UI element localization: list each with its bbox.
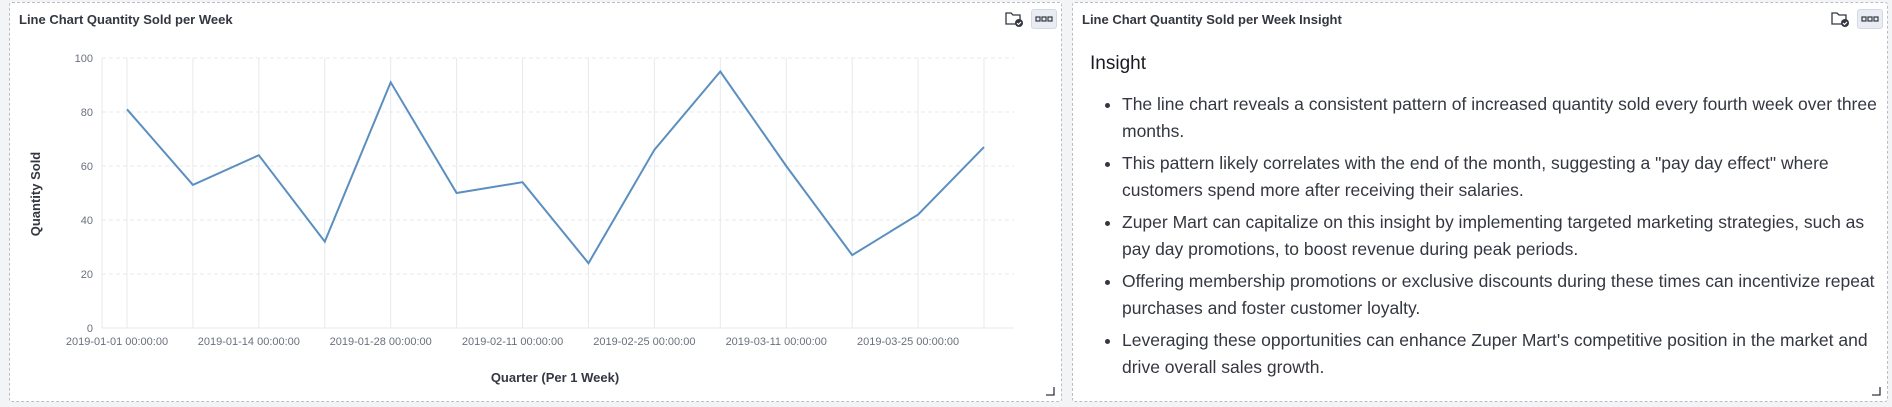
ellipsis-icon[interactable] <box>1857 9 1883 29</box>
resize-corner-icon[interactable] <box>1043 383 1055 396</box>
series-line <box>126 69 985 265</box>
insight-bullet: The line chart reveals a consistent patt… <box>1122 91 1882 145</box>
insight-bullet: Zuper Mart can capitalize on this insigh… <box>1122 209 1882 263</box>
insight-heading: Insight <box>1090 53 1146 74</box>
y-axis-title: Quantity Sold <box>28 152 43 237</box>
insight-panel: Line Chart Quantity Sold per Week Insigh… <box>1072 2 1888 402</box>
y-tick-label: 80 <box>81 107 93 119</box>
insight-list: The line chart reveals a consistent patt… <box>1090 91 1882 386</box>
insight-bullet: Leveraging these opportunities can enhan… <box>1122 327 1882 381</box>
x-tick-label: 2019-01-14 00:00:00 <box>198 336 300 348</box>
y-tick-label: 20 <box>81 269 93 281</box>
x-axis-title: Quarter (Per 1 Week) <box>491 370 619 385</box>
x-tick-label: 2019-01-01 00:00:00 <box>66 336 168 348</box>
panel-title: Line Chart Quantity Sold per Week Insigh… <box>1082 12 1342 27</box>
x-tick-label: 2019-02-25 00:00:00 <box>593 336 695 348</box>
axes: 0 20 40 60 80 100 2019-01-01 00:00:00 2019-01-1… <box>66 53 959 348</box>
insight-bullet: This pattern likely correlates with the … <box>1122 150 1882 204</box>
panel-actions <box>1829 9 1883 29</box>
panel-title: Line Chart Quantity Sold per Week <box>19 12 233 27</box>
folder-check-icon[interactable] <box>1003 9 1025 29</box>
line-chart: 0 20 40 60 80 100 2019-01-01 00:00:00 2019-01-1… <box>28 53 1014 385</box>
x-tick-label: 2019-03-25 00:00:00 <box>857 336 959 348</box>
y-tick-label: 60 <box>81 161 93 173</box>
y-tick-label: 100 <box>75 53 93 65</box>
y-tick-label: 40 <box>81 215 93 227</box>
chart-panel: Line Chart Quantity Sold per Week 0 20 40 6… <box>9 2 1062 402</box>
x-tick-label: 2019-03-11 00:00:00 <box>726 336 827 348</box>
x-tick-label: 2019-01-28 00:00:00 <box>330 336 432 348</box>
panel-actions <box>1003 9 1057 29</box>
insight-bullet: Offering membership promotions or exclus… <box>1122 268 1882 322</box>
resize-corner-icon[interactable] <box>1869 383 1881 396</box>
ellipsis-icon[interactable] <box>1031 9 1057 29</box>
y-tick-label: 0 <box>87 323 93 335</box>
x-tick-label: 2019-02-11 00:00:00 <box>462 336 563 348</box>
grid <box>102 57 1014 329</box>
folder-check-icon[interactable] <box>1829 9 1851 29</box>
